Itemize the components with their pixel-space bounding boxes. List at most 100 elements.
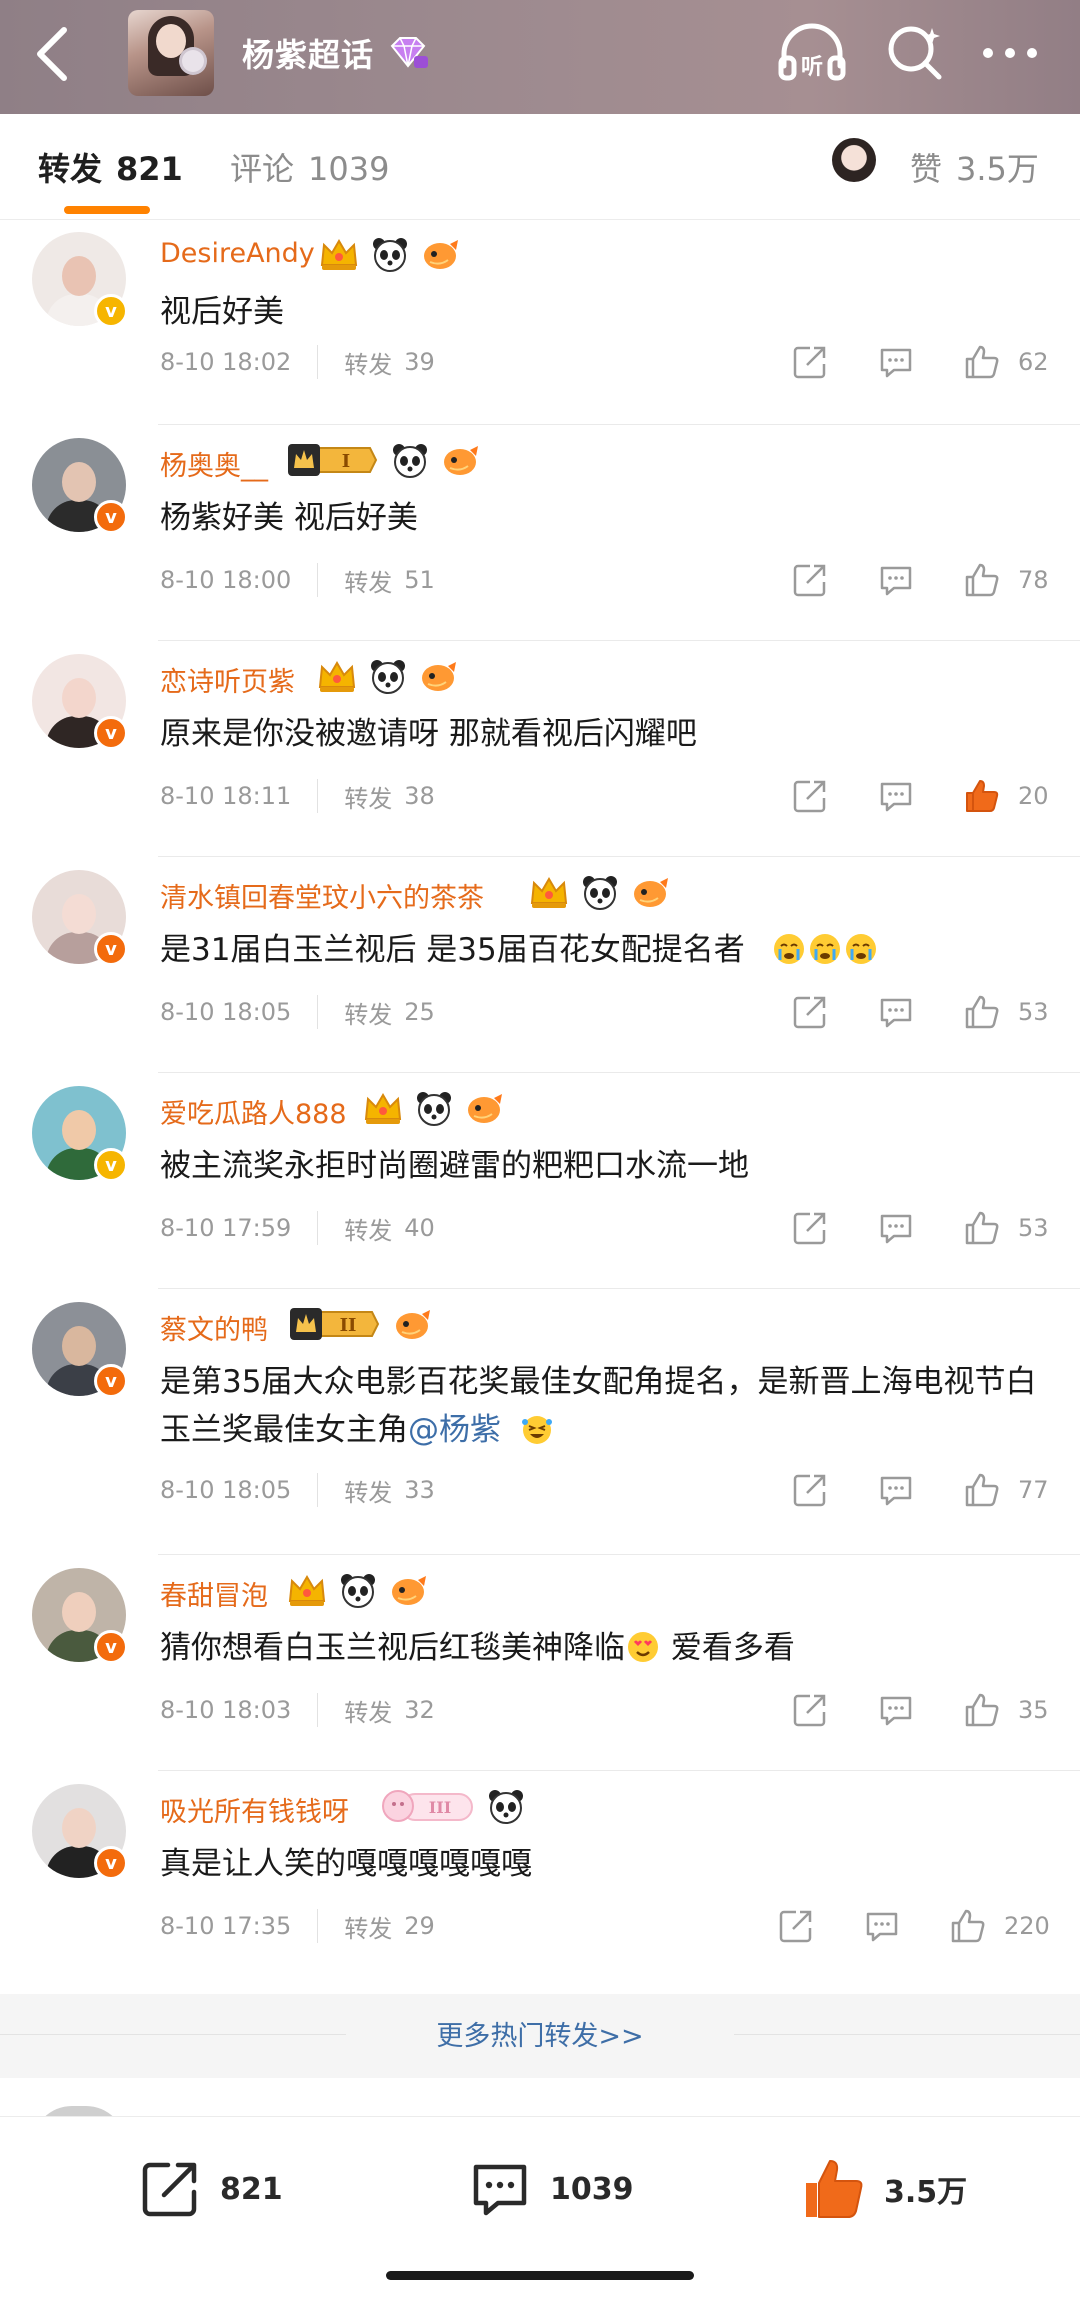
repost-text: 猜你想看白玉兰视后红毯美神降临 爱看多看 [160,1630,795,1666]
repost-item[interactable]: v 恋诗听页紫 原来是你没被邀请呀 那就看视后闪耀吧 8-10 18:11 转发… [0,642,1080,858]
crying-emoji-icon [773,934,804,964]
bottom-comment-button[interactable]: 1039 [466,2153,634,2225]
topic-cover-image[interactable] [128,10,214,96]
verified-badge: v [94,932,128,966]
username[interactable]: 爱吃瓜路人888 [160,1092,347,1131]
comment-button[interactable] [876,776,916,816]
comment-button[interactable] [862,1906,902,1946]
username[interactable]: 春甜冒泡 [160,1574,268,1613]
tab-reposts-label: 转发 [38,150,103,188]
active-tab-indicator [64,206,150,214]
comment-button[interactable] [876,1690,916,1730]
listen-button[interactable]: 听 [778,22,846,84]
like-count: 35 [1018,1696,1049,1724]
crown-badge-icon [530,877,568,908]
username[interactable]: DesireAndy [160,238,315,269]
pink-rank-badge-icon: III [382,1790,473,1822]
tab-likes[interactable]: 赞 3.5万 [910,144,1039,190]
thumbs-up-icon [965,1693,999,1727]
back-button[interactable] [28,24,78,84]
repost-text: 杨紫好美 视后好美 [160,500,418,536]
repost-item[interactable]: v 清水镇回春堂玟小六的茶茶 是31届白玉兰视后 是35届百花女配提名者 8-1… [0,858,1080,1074]
repost-item[interactable]: v 蔡文的鸭 II 是第35届大众电影百花奖最佳女配角提名，是新晋上海电视节白玉… [0,1290,1080,1556]
divider [158,1072,1080,1073]
more-options-button[interactable] [978,30,1042,76]
panda-badge-icon [371,660,405,694]
username[interactable]: 清水镇回春堂玟小六的茶茶 [160,876,484,915]
chevron-left-icon [37,27,67,81]
like-button[interactable]: 62 [962,342,1049,382]
share-button[interactable] [790,342,830,382]
repost-label: 转发 [344,1216,393,1245]
repost-item[interactable]: v 吸光所有钱钱呀 III 真是让人笑的嘎嘎嘎嘎嘎嘎 8-10 17:35 转发… [0,1772,1080,1994]
laughing-emoji-icon [522,1416,552,1444]
crying-emoji-icon [845,934,876,964]
thumbs-up-icon [965,1473,999,1507]
share-button[interactable] [790,992,830,1032]
verified-badge: v [94,1630,128,1664]
repost-item[interactable]: v DesireAndy 视后好美 8-10 18:02 转发 39 62 [0,220,1080,426]
share-button[interactable] [790,1208,830,1248]
repost-label: 转发 [344,784,393,813]
username[interactable]: 杨奥奥__ [160,444,268,483]
repost-item[interactable]: v 杨奥奥__ I 杨紫好美 视后好美 8-10 18:00 转发 51 78 [0,426,1080,642]
crown-badge-icon [288,1575,326,1606]
fish-badge-icon [468,1094,502,1123]
thumbs-up-icon [965,345,999,379]
bottom-like-button[interactable]: 3.5万 [800,2153,967,2225]
svg-text:听: 听 [801,55,823,80]
like-count: 53 [1018,998,1049,1026]
repost-label: 转发 [344,1698,393,1727]
svg-text:III: III [429,1798,451,1817]
username[interactable]: 吸光所有钱钱呀 [160,1790,349,1829]
comment-button[interactable] [876,560,916,600]
search-button[interactable] [884,22,946,84]
like-button[interactable]: 220 [948,1906,1050,1946]
divider [158,856,1080,857]
comment-button[interactable] [876,1470,916,1510]
comment-icon [880,1696,912,1726]
share-button[interactable] [776,1906,816,1946]
like-button[interactable]: 53 [962,1208,1049,1248]
like-button[interactable]: 78 [962,560,1049,600]
tab-bar: 转发 821 评论 1039 赞 3.5万 [0,114,1080,220]
repost-text: 原来是你没被邀请呀 那就看视后闪耀吧 [160,716,697,752]
more-hot-reposts-link[interactable]: 更多热门转发>> [0,2014,1080,2053]
share-icon [142,2162,197,2217]
comment-icon [880,782,912,812]
comment-button[interactable] [876,992,916,1032]
repost-item[interactable]: v 爱吃瓜路人888 被主流奖永拒时尚圈避雷的粑粑口水流一地 8-10 17:5… [0,1074,1080,1290]
panda-badge-icon [341,1574,375,1608]
tab-reposts[interactable]: 转发 821 [38,144,183,190]
share-button[interactable] [790,1690,830,1730]
search-icon [888,26,942,80]
like-button[interactable]: 35 [962,1690,1049,1730]
like-button[interactable]: 20 [962,776,1049,816]
crying-emoji-icon [809,934,840,964]
like-button[interactable]: 77 [962,1470,1049,1510]
share-icon [779,1910,812,1943]
share-button[interactable] [790,560,830,600]
mention-link[interactable]: @杨紫 [408,1412,501,1448]
repost-meta: 8-10 18:11 转发 38 [160,776,435,816]
repost-item[interactable]: v 春甜冒泡 猜你想看白玉兰视后红毯美神降临 爱看多看 8-10 18:03 转… [0,1556,1080,1772]
tab-comments[interactable]: 评论 1039 [230,144,389,190]
username[interactable]: 蔡文的鸭 [160,1308,268,1347]
share-icon [793,780,826,813]
timestamp: 8-10 18:03 [160,1696,292,1724]
timestamp: 8-10 18:05 [160,1476,292,1504]
like-button[interactable]: 53 [962,992,1049,1032]
repost-label: 转发 [344,568,393,597]
comment-icon [473,2164,527,2216]
comment-button[interactable] [876,1208,916,1248]
comment-button[interactable] [876,342,916,382]
share-button[interactable] [790,776,830,816]
share-button[interactable] [790,1470,830,1510]
bottom-repost-button[interactable]: 821 [136,2153,283,2225]
repost-meta: 8-10 18:02 转发 39 [160,342,435,382]
topic-title[interactable]: 杨紫超话 [242,30,374,76]
panda-badge-icon [583,876,617,910]
repost-label: 转发 [344,1000,393,1029]
timestamp: 8-10 17:59 [160,1214,292,1242]
username[interactable]: 恋诗听页紫 [160,660,295,699]
